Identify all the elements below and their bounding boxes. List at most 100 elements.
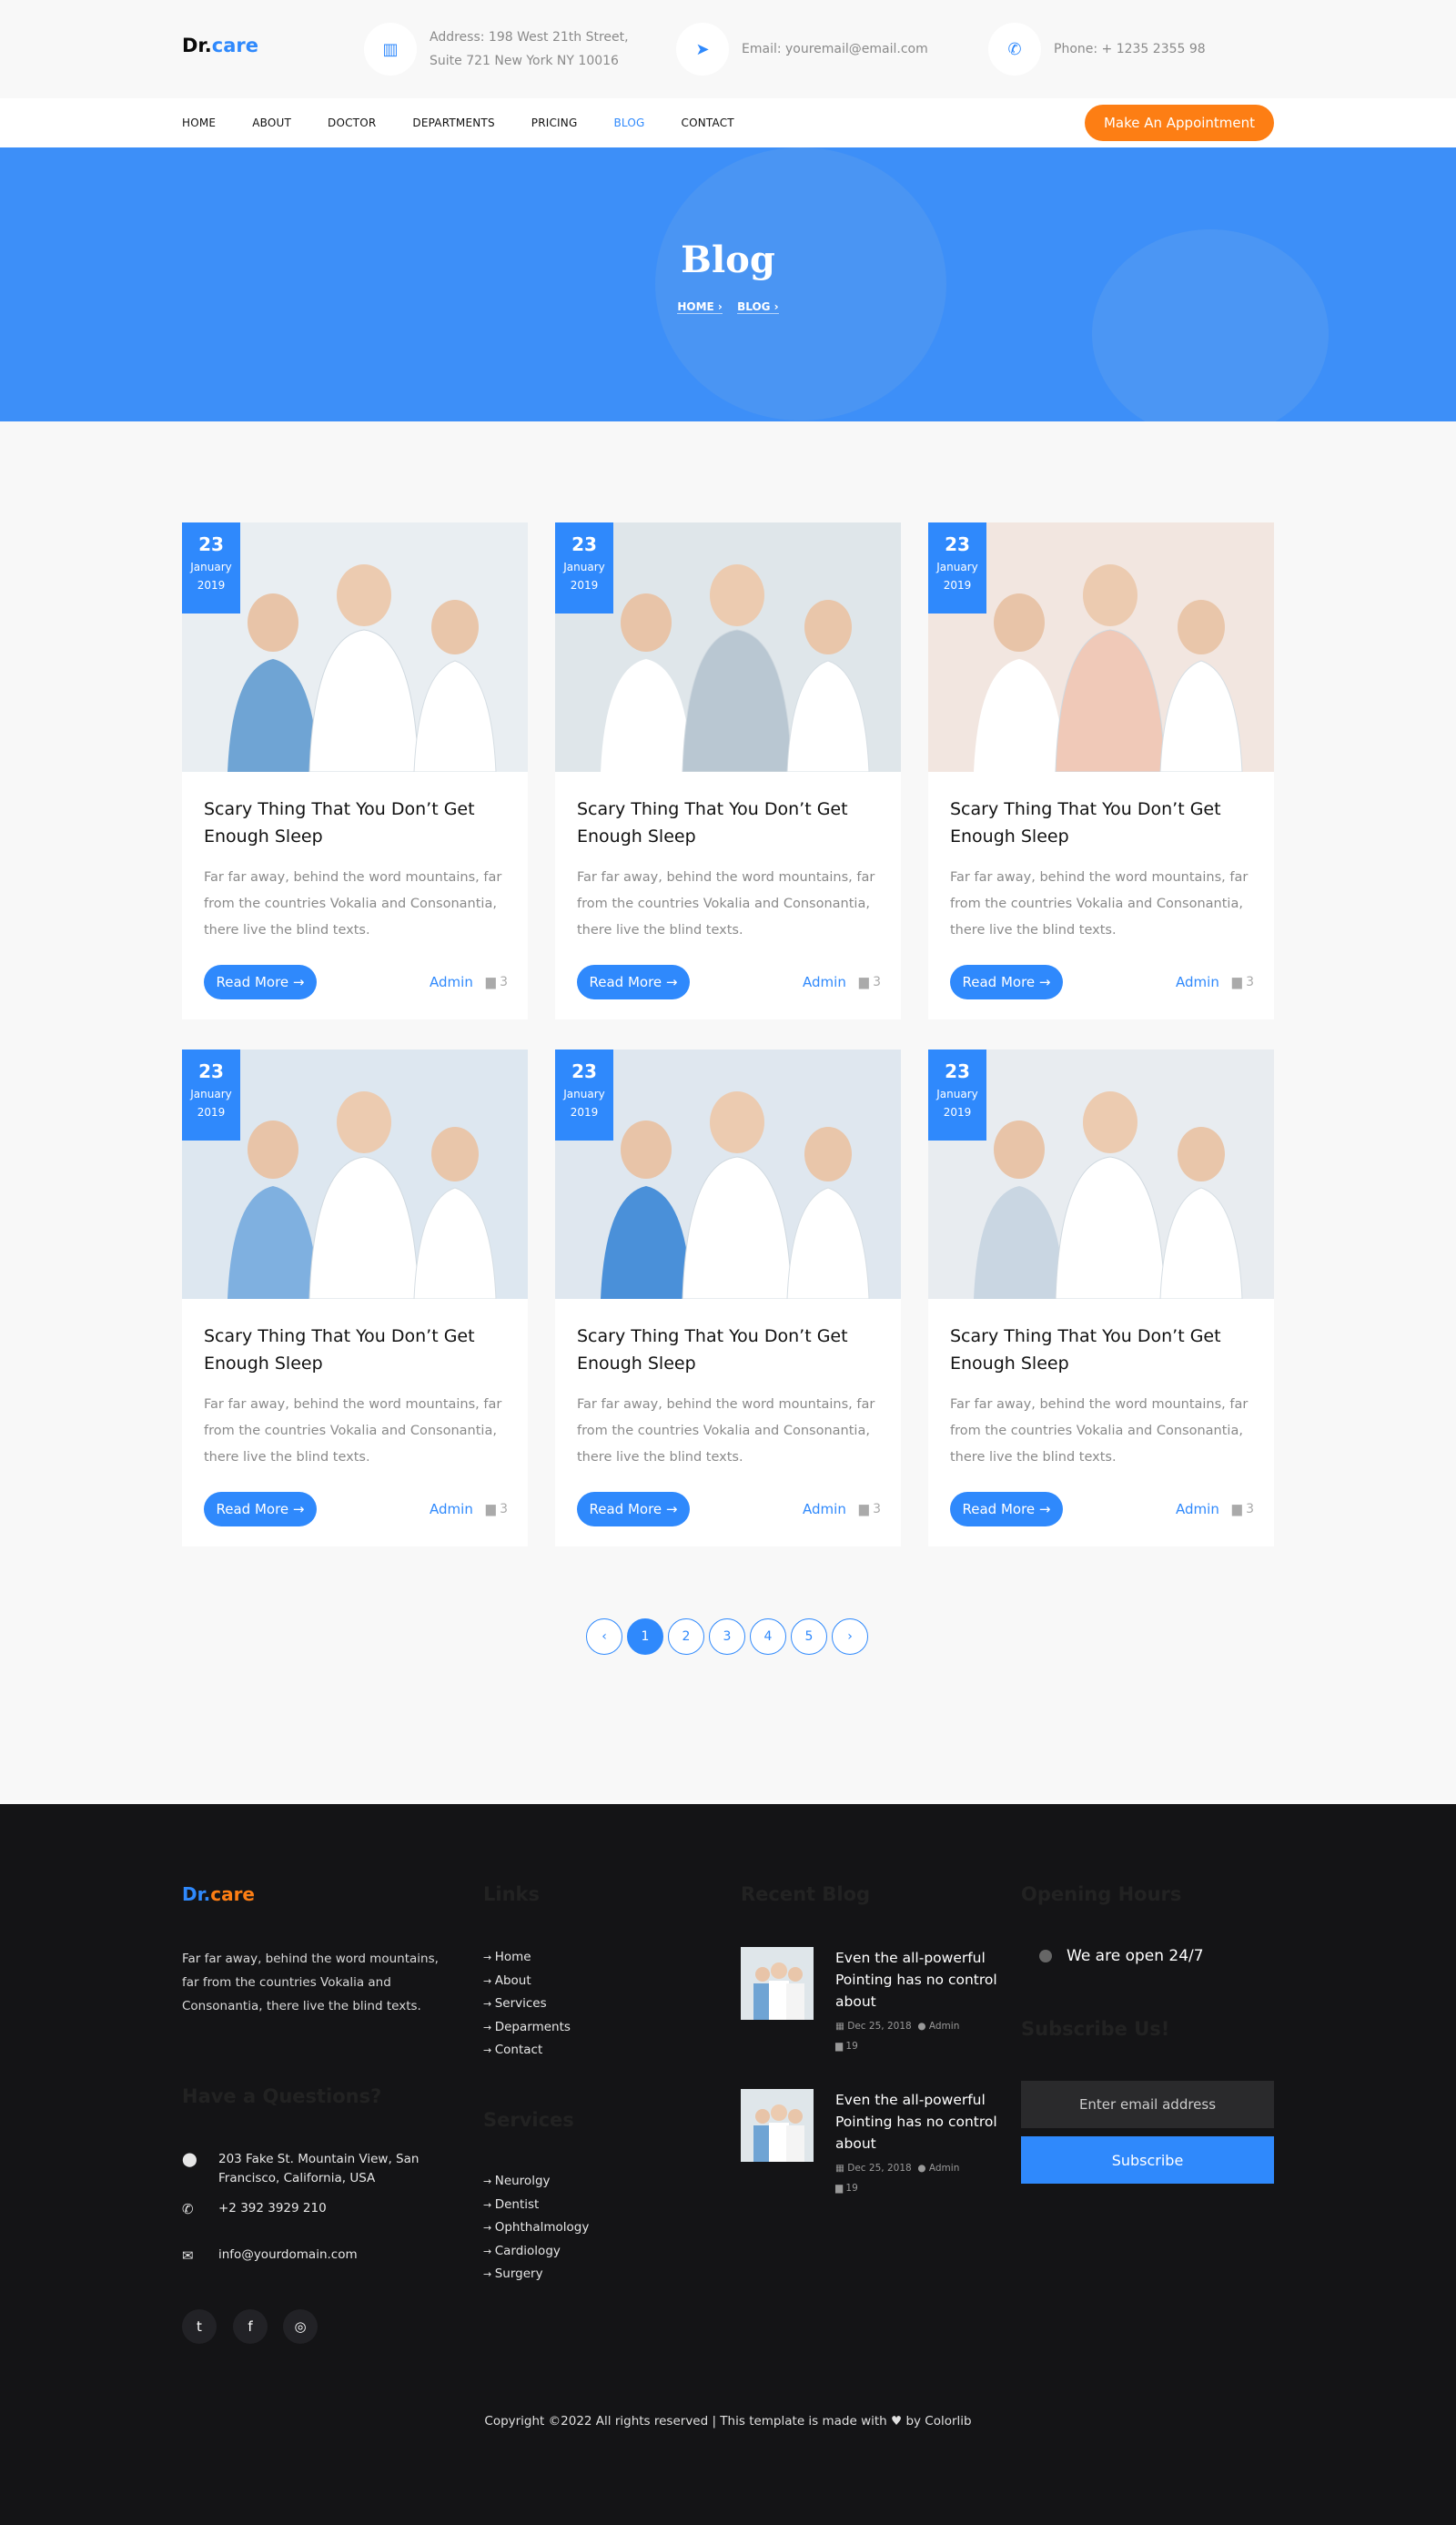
paper-plane-icon: ➤: [676, 23, 729, 76]
pagination-page-4[interactable]: 4: [750, 1618, 786, 1655]
read-more-button[interactable]: Read More →: [577, 965, 690, 999]
post-comments[interactable]: ▆ 3: [486, 975, 508, 989]
comment-icon: ▆: [858, 1502, 869, 1516]
appointment-button[interactable]: Make An Appointment: [1085, 105, 1274, 141]
footer-service-dentist[interactable]: Dentist: [483, 2194, 589, 2217]
recent-blog-meta: ▦ Dec 25, 2018 ● Admin ▆ 19: [835, 2158, 959, 2198]
subscribe-button[interactable]: Subscribe: [1021, 2136, 1274, 2184]
nav-item-departments[interactable]: DEPARTMENTS: [412, 117, 494, 129]
footer-link-deparments[interactable]: Deparments: [483, 2016, 571, 2040]
brand-logo[interactable]: Dr.care: [182, 35, 258, 56]
post-date-badge: 23 January 2019: [182, 522, 240, 614]
pagination-page-1[interactable]: 1: [627, 1618, 663, 1655]
post-author-link[interactable]: Admin: [1176, 974, 1219, 990]
post-date-month: January: [563, 561, 605, 573]
post-comment-count: 3: [873, 1502, 881, 1516]
opening-hours-heading: Opening Hours: [1021, 1883, 1182, 1905]
recent-blog-thumbnail[interactable]: [741, 1947, 814, 2020]
copyright-text: Copyright ©2022 All rights reserved | Th…: [484, 2414, 887, 2429]
read-more-button[interactable]: Read More →: [204, 1492, 317, 1526]
footer-service-surgery[interactable]: Surgery: [483, 2263, 589, 2287]
post-comments[interactable]: ▆ 3: [1232, 975, 1254, 989]
post-date-month: January: [190, 1088, 232, 1100]
footer-logo[interactable]: Dr.care: [182, 1883, 255, 1905]
read-more-button[interactable]: Read More →: [577, 1492, 690, 1526]
nav-item-pricing[interactable]: PRICING: [531, 117, 578, 129]
calendar-icon: ▦: [835, 2163, 844, 2174]
comment-icon: ▆: [1231, 1502, 1242, 1516]
post-author-link[interactable]: Admin: [803, 974, 846, 990]
post-comment-count: 3: [873, 975, 881, 989]
post-date-badge: 23 January 2019: [182, 1050, 240, 1141]
recent-blog-author[interactable]: Admin: [929, 2163, 959, 2174]
read-more-button[interactable]: Read More →: [950, 965, 1063, 999]
copyright-credit[interactable]: by Colorlib: [905, 2414, 971, 2429]
footer-phone-text[interactable]: +2 392 3929 210: [218, 2201, 327, 2217]
post-excerpt: Far far away, behind the word mountains,…: [204, 870, 502, 938]
recent-blog-date: Dec 25, 2018: [847, 2163, 912, 2174]
recent-blog-comments[interactable]: 19: [845, 2041, 857, 2052]
post-comments[interactable]: ▆ 3: [859, 975, 881, 989]
instagram-icon[interactable]: ◎: [283, 2309, 318, 2344]
read-more-button[interactable]: Read More →: [950, 1492, 1063, 1526]
footer-link-services[interactable]: Services: [483, 1993, 571, 2016]
nav-item-blog[interactable]: BLOG: [613, 117, 644, 129]
recent-blog-author[interactable]: Admin: [929, 2021, 959, 2032]
post-date-month: January: [936, 561, 978, 573]
post-title[interactable]: Scary Thing That You Don’t Get Enough Sl…: [204, 1323, 504, 1377]
post-title[interactable]: Scary Thing That You Don’t Get Enough Sl…: [577, 1323, 877, 1377]
post-date-day: 23: [198, 533, 224, 555]
breadcrumb-home[interactable]: HOME ›: [677, 300, 723, 314]
subscribe-email-input[interactable]: Enter email address: [1021, 2081, 1274, 2128]
post-title[interactable]: Scary Thing That You Don’t Get Enough Sl…: [950, 796, 1250, 850]
pagination-prev-icon[interactable]: ‹: [586, 1618, 622, 1655]
footer-link-home[interactable]: Home: [483, 1946, 571, 1970]
post-date-year: 2019: [943, 1106, 972, 1119]
footer-email-text[interactable]: info@yourdomain.com: [218, 2247, 358, 2264]
breadcrumb-blog[interactable]: BLOG ›: [737, 300, 779, 314]
post-meta: Admin ▆ 3: [1176, 1501, 1254, 1517]
post-comments[interactable]: ▆ 3: [486, 1502, 508, 1516]
recent-blog-title[interactable]: Even the all-powerful Pointing has no co…: [835, 1947, 999, 2013]
post-title[interactable]: Scary Thing That You Don’t Get Enough Sl…: [577, 796, 877, 850]
hero-banner: Blog HOME › BLOG ›: [0, 147, 1456, 421]
facebook-icon[interactable]: f: [233, 2309, 268, 2344]
post-title[interactable]: Scary Thing That You Don’t Get Enough Sl…: [950, 1323, 1250, 1377]
doctor-thumbnail-photo: [741, 2089, 814, 2162]
post-author-link[interactable]: Admin: [1176, 1501, 1219, 1517]
post-author-link[interactable]: Admin: [430, 974, 473, 990]
blog-card: 23 January 2019 Scary Thing That You Don…: [928, 1050, 1274, 1546]
footer-service-ophthalmology[interactable]: Ophthalmology: [483, 2216, 590, 2240]
recent-blog-thumbnail[interactable]: [741, 2089, 814, 2162]
post-author-link[interactable]: Admin: [803, 1501, 846, 1517]
pagination-page-3[interactable]: 3: [709, 1618, 745, 1655]
pagination-page-5[interactable]: 5: [791, 1618, 827, 1655]
recent-blog-title[interactable]: Even the all-powerful Pointing has no co…: [835, 2089, 999, 2155]
footer-service-cardiology[interactable]: Cardiology: [483, 2240, 589, 2264]
post-comments[interactable]: ▆ 3: [859, 1502, 881, 1516]
post-comment-count: 3: [500, 975, 508, 989]
footer-link-contact[interactable]: Contact: [483, 2039, 571, 2063]
nav-item-about[interactable]: ABOUT: [252, 117, 291, 129]
footer-about: Far far away, behind the word mountains,…: [182, 1952, 439, 2013]
nav-item-doctor[interactable]: DOCTOR: [328, 117, 376, 129]
footer-service-neurolgy[interactable]: Neurolgy: [483, 2170, 589, 2194]
nav-item-contact[interactable]: CONTACT: [682, 117, 734, 129]
post-comments[interactable]: ▆ 3: [1232, 1502, 1254, 1516]
recent-blog-comments[interactable]: 19: [845, 2183, 857, 2194]
pagination-next-icon[interactable]: ›: [832, 1618, 868, 1655]
footer-email[interactable]: ✉ info@yourdomain.com: [182, 2247, 358, 2264]
recent-blog-item[interactable]: Even the all-powerful Pointing has no co…: [741, 2089, 1005, 2194]
nav-item-home[interactable]: HOME: [182, 117, 216, 129]
footer-link-about[interactable]: About: [483, 1970, 571, 1993]
read-more-button[interactable]: Read More →: [204, 965, 317, 999]
post-author-link[interactable]: Admin: [430, 1501, 473, 1517]
post-excerpt: Far far away, behind the word mountains,…: [204, 1397, 502, 1465]
blog-card: 23 January 2019 Scary Thing That You Don…: [182, 522, 528, 1019]
footer-phone[interactable]: ✆ +2 392 3929 210: [182, 2201, 327, 2217]
pagination-page-2[interactable]: 2: [668, 1618, 704, 1655]
recent-blog-item[interactable]: Even the all-powerful Pointing has no co…: [741, 1947, 1005, 2052]
twitter-icon[interactable]: t: [182, 2309, 217, 2344]
post-title[interactable]: Scary Thing That You Don’t Get Enough Sl…: [204, 796, 504, 850]
opening-hours: We are open 24/7: [1039, 1947, 1204, 1965]
